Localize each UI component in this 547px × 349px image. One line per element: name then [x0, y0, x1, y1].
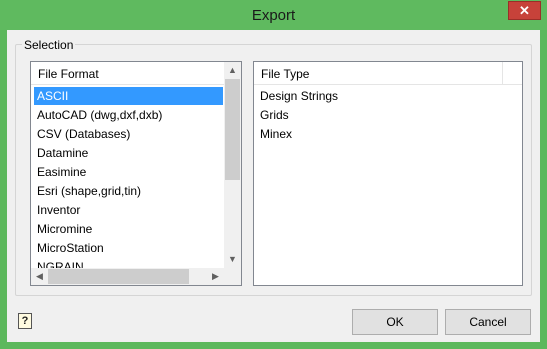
title-bar[interactable]: Export ✕: [0, 0, 547, 30]
horizontal-scroll-thumb[interactable]: [48, 269, 189, 284]
file-type-header[interactable]: File Type: [254, 62, 522, 85]
list-item[interactable]: Datamine: [34, 144, 223, 162]
file-type-header-label: File Type: [261, 67, 310, 81]
list-item-ascii[interactable]: ASCII: [34, 87, 223, 105]
file-format-header[interactable]: File Format: [31, 62, 224, 85]
list-item[interactable]: Grids: [257, 106, 497, 124]
selection-group-label: Selection: [22, 38, 76, 52]
list-item[interactable]: Inventor: [34, 201, 223, 219]
ok-button[interactable]: OK: [352, 309, 438, 335]
dialog-title: Export: [251, 7, 296, 24]
list-item[interactable]: CSV (Databases): [34, 125, 223, 143]
list-item[interactable]: Minex: [257, 125, 497, 143]
list-item[interactable]: Easimine: [34, 163, 223, 181]
scroll-down-icon[interactable]: ▼: [224, 251, 241, 268]
list-item[interactable]: AutoCAD (dwg,dxf,dxb): [34, 106, 223, 124]
scroll-right-icon[interactable]: ▶: [207, 268, 224, 285]
list-item[interactable]: Design Strings: [257, 87, 497, 105]
file-format-list[interactable]: File Format ASCII AutoCAD (dwg,dxf,dxb) …: [30, 61, 242, 286]
horizontal-scrollbar[interactable]: ◀ ▶: [31, 268, 224, 285]
list-item[interactable]: Esri (shape,grid,tin): [34, 182, 223, 200]
export-dialog: Export ✕ Selection File Format ASCII Aut…: [0, 0, 547, 349]
vertical-scroll-thumb[interactable]: [225, 79, 240, 180]
header-column-divider[interactable]: [502, 62, 503, 84]
close-button[interactable]: ✕: [508, 1, 541, 20]
vertical-scrollbar[interactable]: ▲ ▼: [224, 62, 241, 268]
help-icon[interactable]: ?: [18, 313, 32, 329]
list-item[interactable]: MicroStation: [34, 239, 223, 257]
file-type-list[interactable]: File Type Design Strings Grids Minex: [253, 61, 523, 286]
list-item[interactable]: Micromine: [34, 220, 223, 238]
file-format-header-label: File Format: [38, 67, 99, 81]
scroll-left-icon[interactable]: ◀: [31, 268, 48, 285]
cancel-button[interactable]: Cancel: [445, 309, 531, 335]
scroll-up-icon[interactable]: ▲: [224, 62, 241, 79]
scrollbar-corner: [224, 268, 241, 285]
dialog-body: Selection File Format ASCII AutoCAD (dwg…: [7, 30, 540, 342]
